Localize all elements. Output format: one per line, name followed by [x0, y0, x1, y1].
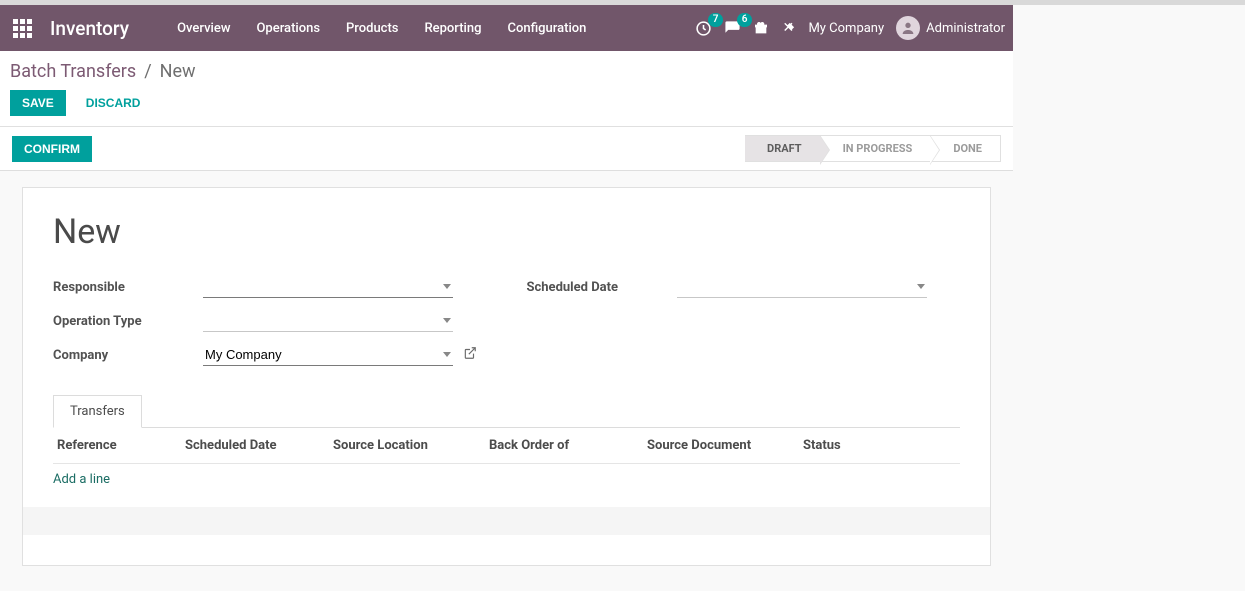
list-empty-shade: [23, 507, 990, 535]
menu-configuration[interactable]: Configuration: [495, 15, 598, 42]
activities-badge: 7: [708, 13, 724, 27]
messages-badge: 6: [737, 13, 753, 27]
tab-transfers[interactable]: Transfers: [53, 395, 142, 428]
breadcrumb-parent[interactable]: Batch Transfers: [10, 61, 136, 82]
col-source-document[interactable]: Source Document: [643, 438, 799, 453]
company-name: My Company: [808, 21, 884, 36]
operation-type-input[interactable]: [205, 313, 439, 328]
app-name[interactable]: Inventory: [50, 17, 129, 40]
col-scheduled-date[interactable]: Scheduled Date: [181, 438, 329, 453]
scheduled-date-input[interactable]: [679, 279, 913, 294]
discard-button[interactable]: DISCARD: [74, 90, 153, 116]
col-source-location[interactable]: Source Location: [329, 438, 485, 453]
chevron-down-icon[interactable]: [443, 352, 451, 357]
messages-icon[interactable]: 6: [724, 20, 741, 37]
list-header: Reference Scheduled Date Source Location…: [53, 428, 960, 464]
menu-products[interactable]: Products: [334, 15, 410, 42]
gift-icon[interactable]: [753, 20, 769, 36]
col-back-order-of[interactable]: Back Order of: [485, 438, 643, 453]
status-step-done[interactable]: DONE: [931, 135, 1001, 162]
avatar: [896, 16, 920, 40]
menu-operations[interactable]: Operations: [244, 15, 332, 42]
external-link-icon[interactable]: [463, 346, 477, 364]
menu-reporting[interactable]: Reporting: [412, 15, 493, 42]
user-menu[interactable]: Administrator: [896, 16, 1005, 40]
label-company: Company: [53, 348, 203, 363]
status-step-draft[interactable]: DRAFT: [745, 135, 821, 162]
form-sheet: New Responsible Operation Type: [22, 187, 991, 566]
company-input[interactable]: [205, 347, 439, 362]
scheduled-date-field[interactable]: [677, 276, 927, 298]
label-scheduled-date: Scheduled Date: [527, 280, 677, 295]
label-operation-type: Operation Type: [53, 314, 203, 329]
breadcrumb-sep: /: [144, 61, 151, 82]
page-title: New: [53, 212, 960, 252]
main-menu: Overview Operations Products Reporting C…: [165, 15, 598, 42]
user-name: Administrator: [926, 21, 1005, 36]
control-panel: Batch Transfers / New SAVE DISCARD: [0, 51, 1013, 127]
navbar: Inventory Overview Operations Products R…: [0, 5, 1013, 51]
confirm-button[interactable]: CONFIRM: [12, 136, 92, 162]
status-step-inprogress[interactable]: IN PROGRESS: [821, 135, 932, 162]
company-selector[interactable]: My Company: [808, 21, 884, 36]
menu-overview[interactable]: Overview: [165, 15, 242, 42]
col-reference[interactable]: Reference: [53, 438, 181, 453]
label-responsible: Responsible: [53, 280, 203, 295]
save-button[interactable]: SAVE: [10, 90, 66, 116]
responsible-input[interactable]: [205, 279, 439, 294]
add-a-line[interactable]: Add a line: [53, 464, 960, 495]
breadcrumb: Batch Transfers / New: [10, 61, 1003, 82]
chevron-down-icon[interactable]: [443, 318, 451, 323]
statusbar: CONFIRM DRAFT IN PROGRESS DONE: [0, 127, 1013, 171]
chevron-down-icon[interactable]: [917, 284, 925, 289]
responsible-field[interactable]: [203, 276, 453, 298]
apps-icon[interactable]: [10, 16, 34, 40]
breadcrumb-current: New: [160, 61, 196, 82]
chevron-down-icon[interactable]: [443, 284, 451, 289]
col-status[interactable]: Status: [799, 438, 960, 453]
operation-type-field[interactable]: [203, 310, 453, 332]
activities-icon[interactable]: 7: [695, 20, 712, 37]
status-steps: DRAFT IN PROGRESS DONE: [745, 135, 1001, 162]
tools-icon[interactable]: ✕: [781, 21, 796, 36]
company-field[interactable]: [203, 344, 453, 366]
